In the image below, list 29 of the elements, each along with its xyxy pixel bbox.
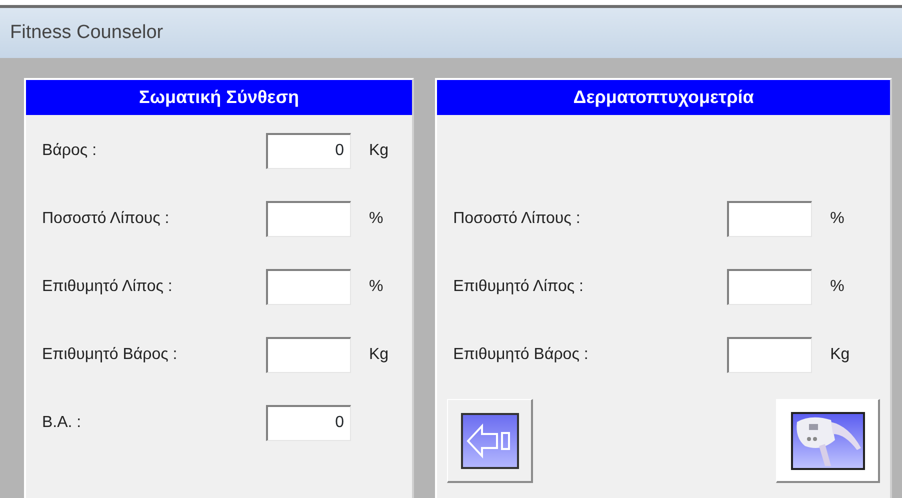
unit-label: % xyxy=(830,209,844,229)
input-field[interactable]: 0 xyxy=(266,133,351,169)
back-button[interactable] xyxy=(447,399,534,483)
panel-header: Δερματοπτυχομετρία xyxy=(437,80,890,115)
field-label: Βάρος : xyxy=(41,141,98,161)
panel-header: Σωματική Σύνθεση xyxy=(26,80,412,115)
input-field[interactable] xyxy=(266,201,351,237)
field-label: Επιθυμητό Λίπος : xyxy=(452,277,584,297)
field-label: Επιθυμητό Βάρος : xyxy=(41,345,178,365)
input-field[interactable] xyxy=(727,269,812,305)
caliper-button[interactable] xyxy=(776,399,880,483)
caliper-icon xyxy=(790,412,864,470)
field-label: Επιθυμητό Λίπος : xyxy=(41,277,174,297)
field-label: Ποσοστό Λίπους : xyxy=(41,209,170,229)
field-label: B.A. : xyxy=(41,413,82,433)
input-field[interactable] xyxy=(727,337,812,373)
window-title: Fitness Counselor xyxy=(10,20,164,45)
input-field[interactable]: 0 xyxy=(266,405,351,441)
unit-label: % xyxy=(369,209,384,229)
input-field[interactable] xyxy=(266,337,351,373)
unit-label: % xyxy=(369,277,384,297)
field-label: Ποσοστό Λίπους : xyxy=(452,209,582,229)
unit-label: Kg xyxy=(830,345,850,365)
unit-label: % xyxy=(830,277,844,297)
unit-label: Kg xyxy=(369,141,389,161)
unit-label: Kg xyxy=(369,345,389,365)
input-field[interactable] xyxy=(266,269,351,305)
input-field[interactable] xyxy=(727,201,812,237)
field-label: Επιθυμητό Βάρος : xyxy=(452,345,590,365)
